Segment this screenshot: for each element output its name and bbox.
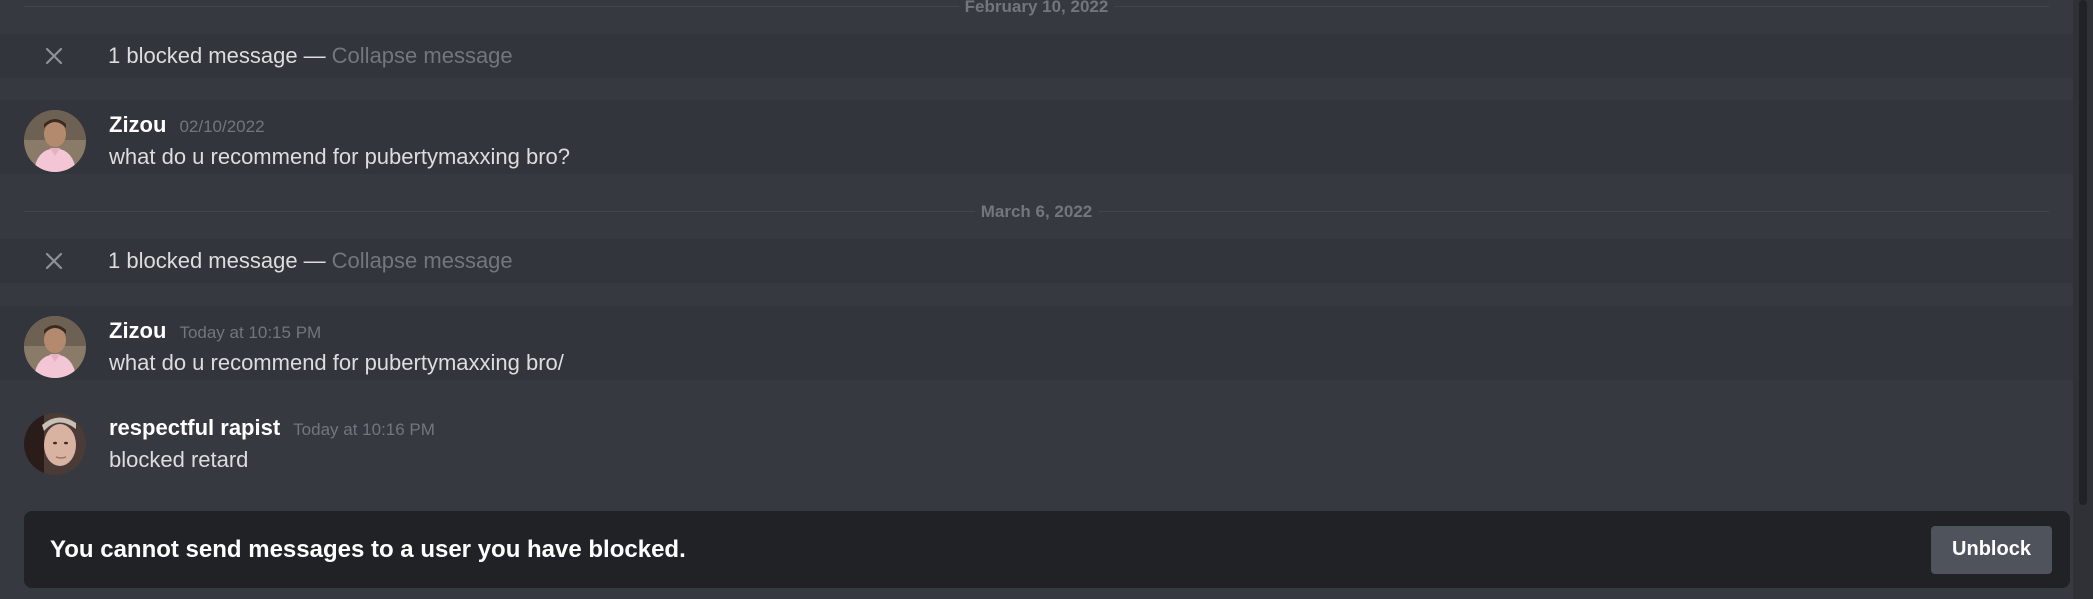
timestamp: 02/10/2022: [179, 117, 265, 136]
message-group: Zizou 02/10/2022 what do u recommend for…: [0, 100, 2073, 174]
message-header: Zizou 02/10/2022: [109, 112, 265, 138]
avatar[interactable]: [24, 110, 86, 172]
close-icon[interactable]: [42, 249, 66, 273]
blocked-message-text: 1 blocked message —: [108, 43, 326, 68]
username[interactable]: Zizou: [109, 318, 166, 344]
date-divider-label: March 6, 2022: [974, 202, 1099, 222]
blocked-message-notice: 1 blocked message — Collapse message: [0, 34, 2073, 78]
message-group: Zizou Today at 10:15 PM what do u recomm…: [0, 306, 2073, 380]
close-icon[interactable]: [42, 44, 66, 68]
blocked-message-text: 1 blocked message —: [108, 248, 326, 273]
date-divider-label: February 10, 2022: [958, 0, 1115, 17]
collapse-message-link[interactable]: Collapse message: [332, 248, 513, 274]
avatar[interactable]: [24, 316, 86, 378]
unblock-button[interactable]: Unblock: [1931, 525, 2052, 574]
message-group: respectful rapist Today at 10:16 PM bloc…: [0, 403, 2073, 477]
username[interactable]: Zizou: [109, 112, 166, 138]
collapse-message-link[interactable]: Collapse message: [332, 43, 513, 69]
message-content: blocked retard: [109, 447, 249, 472]
timestamp: Today at 10:16 PM: [293, 420, 435, 439]
username[interactable]: respectful rapist: [109, 415, 280, 441]
blocked-message-notice: 1 blocked message — Collapse message: [0, 239, 2073, 283]
blocked-user-notice: You cannot send messages to a user you h…: [50, 535, 686, 563]
date-divider: March 6, 2022: [24, 202, 2049, 222]
avatar[interactable]: [24, 413, 86, 475]
message-header: Zizou Today at 10:15 PM: [109, 318, 321, 344]
blocked-user-bar: You cannot send messages to a user you h…: [24, 511, 2070, 588]
date-divider: February 10, 2022: [24, 0, 2049, 17]
message-content: what do u recommend for pubertymaxxing b…: [109, 144, 571, 169]
chat-messages: February 10, 2022 1 blocked message — Co…: [0, 0, 2073, 599]
message-content: what do u recommend for pubertymaxxing b…: [109, 350, 564, 375]
scrollbar-thumb[interactable]: [2079, 0, 2087, 505]
timestamp: Today at 10:15 PM: [179, 323, 322, 342]
scrollbar[interactable]: [2073, 0, 2093, 599]
message-header: respectful rapist Today at 10:16 PM: [109, 415, 435, 441]
